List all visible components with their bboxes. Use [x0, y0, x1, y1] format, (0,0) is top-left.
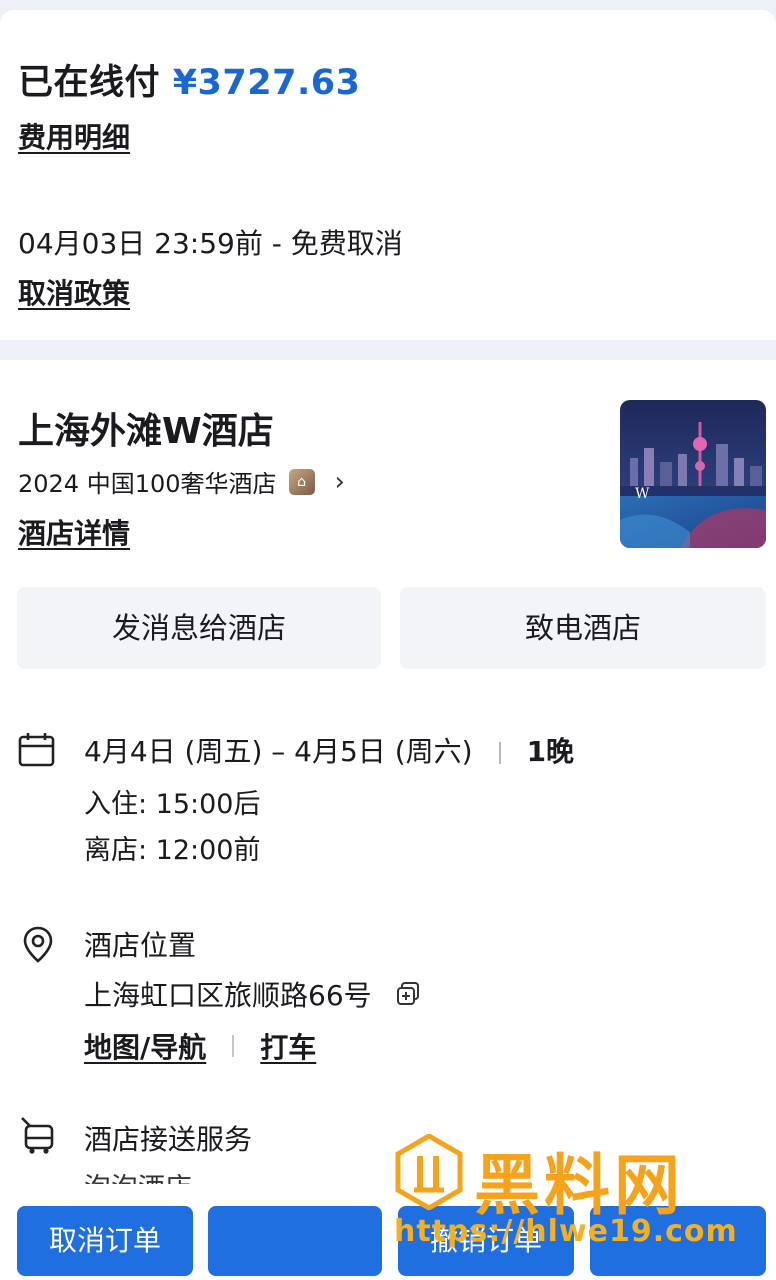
stay-dates: 4月4日 (周五) – 4月5日 (周六): [84, 735, 473, 768]
checkout-time: 离店: 12:00前: [84, 835, 261, 866]
hotel-photo[interactable]: W: [620, 400, 766, 548]
divider: [232, 1035, 235, 1057]
cancel-policy-link[interactable]: 取消政策: [18, 272, 130, 312]
payment-card: 已在线付 ¥3727.63 费用明细 04月03日 23:59前 - 免费取消 …: [0, 10, 776, 340]
svg-text:W: W: [635, 486, 650, 502]
location-pin-icon: [22, 926, 54, 968]
paid-online-row: 已在线付 ¥3727.63: [18, 54, 360, 105]
stay-dates-row: 4月4日 (周五) – 4月5日 (周六) 1晚: [84, 730, 574, 770]
shuttle-partial-text: 泡泡酒店: [84, 1166, 192, 1184]
taxi-link[interactable]: 打车: [260, 1026, 316, 1066]
copy-icon[interactable]: [395, 981, 421, 1014]
revoke-order-button[interactable]: 撤销订单: [398, 1206, 574, 1276]
cancel-order-button[interactable]: 取消订单: [17, 1206, 193, 1276]
hotel-address: 上海虹口区旅顺路66号: [84, 979, 372, 1012]
award-badge-icon: ⌂: [288, 468, 315, 495]
fee-detail-link[interactable]: 费用明细: [18, 116, 130, 156]
chevron-right-icon: ›: [334, 466, 345, 497]
checkin-time: 入住: 15:00后: [84, 789, 261, 820]
divider: [498, 742, 501, 764]
shuttle-title: 酒店接送服务: [84, 1123, 253, 1156]
map-navigation-link[interactable]: 地图/导航: [84, 1026, 206, 1066]
message-hotel-button[interactable]: 发消息给酒店: [17, 587, 381, 669]
action-button-4[interactable]: [590, 1206, 766, 1276]
free-cancel-deadline: 04月03日 23:59前 - 免费取消: [18, 227, 403, 260]
hotel-card: 上海外滩W酒店 2024 中国100奢华酒店 ⌂ › 酒店详情 W 发消息给酒店…: [0, 360, 776, 1260]
hotel-award-row[interactable]: 2024 中国100奢华酒店 ⌂ ›: [18, 464, 345, 499]
bottom-action-bar: 取消订单 撤销订单: [0, 1188, 776, 1280]
map-links-row: 地图/导航 打车: [84, 1026, 316, 1066]
address-row: 上海虹口区旅顺路66号: [84, 974, 421, 1014]
hotel-detail-link[interactable]: 酒店详情: [18, 512, 130, 552]
hotel-name: 上海外滩W酒店: [18, 411, 274, 452]
award-text: 2024 中国100奢华酒店: [18, 470, 277, 498]
stay-nights: 1晚: [526, 735, 575, 768]
hotel-photo-image: W: [620, 400, 766, 548]
calendar-icon: [18, 732, 56, 772]
location-title: 酒店位置: [84, 929, 197, 962]
call-hotel-button[interactable]: 致电酒店: [400, 587, 766, 669]
action-button-2[interactable]: [208, 1206, 382, 1276]
paid-label: 已在线付: [18, 63, 161, 103]
paid-amount: ¥3727.63: [172, 63, 361, 103]
shuttle-bus-icon: [18, 1116, 56, 1160]
